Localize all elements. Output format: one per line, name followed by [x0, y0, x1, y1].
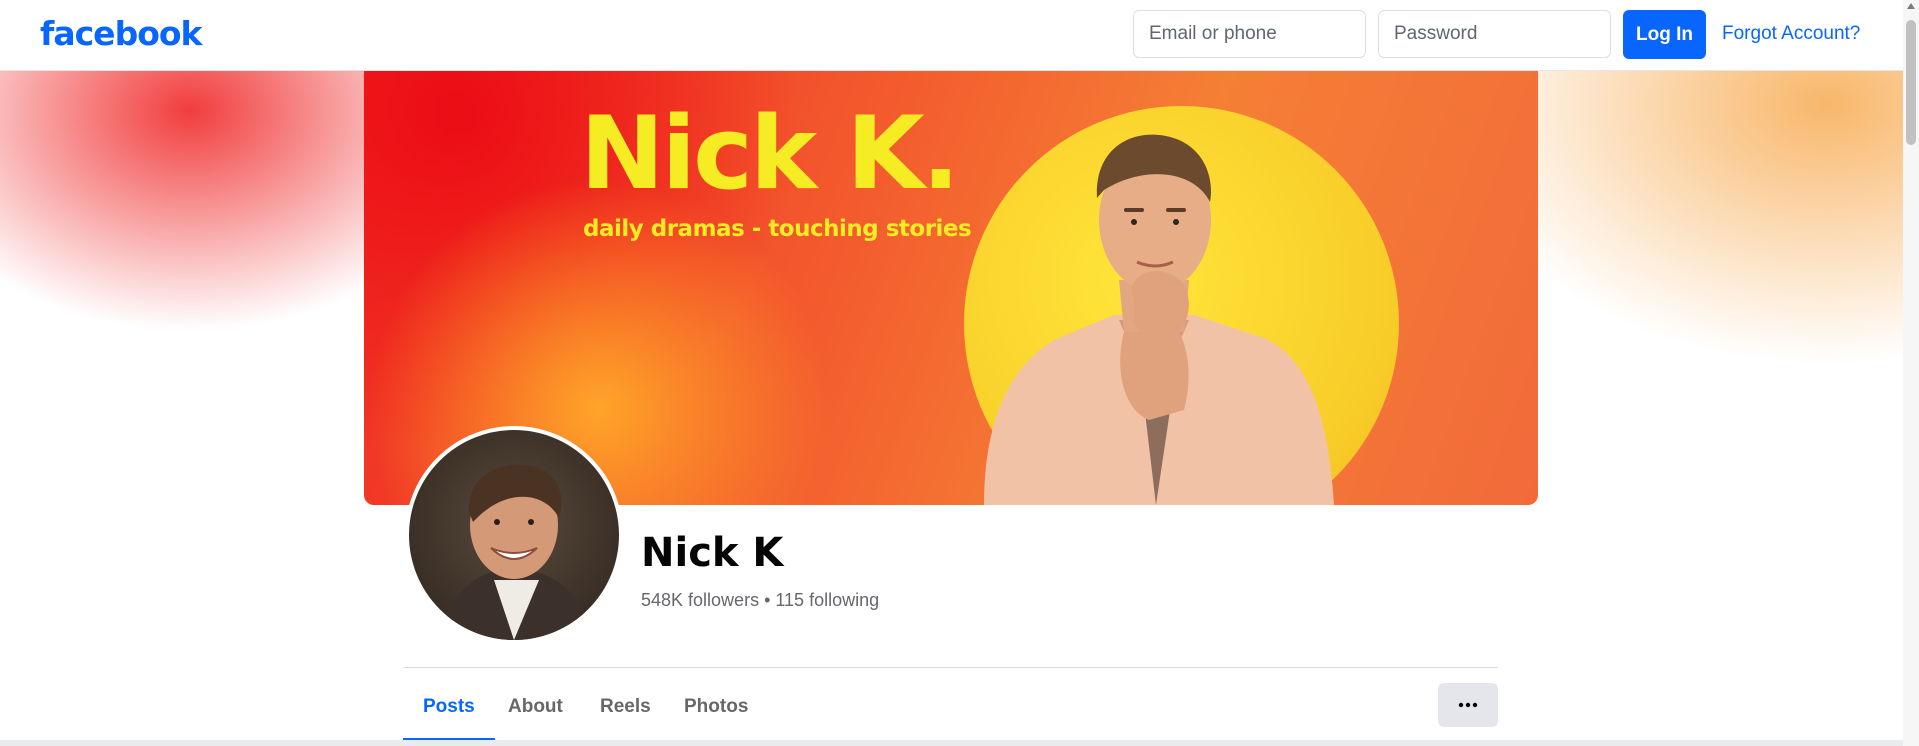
cover-person-illustration: [984, 134, 1334, 505]
profile-divider: [403, 667, 1498, 668]
facebook-logo[interactable]: facebook: [40, 14, 202, 53]
page-content-edge: [0, 740, 1903, 746]
avatar-portrait: [439, 464, 594, 640]
profile-avatar[interactable]: [405, 426, 623, 644]
password-input[interactable]: [1378, 10, 1611, 58]
email-input[interactable]: [1133, 10, 1366, 58]
vertical-scrollbar[interactable]: [1903, 0, 1919, 746]
forgot-account-link[interactable]: Forgot Account?: [1722, 23, 1860, 45]
profile-follow-stats[interactable]: 548K followers • 115 following: [641, 590, 879, 611]
scroll-up-arrow-icon[interactable]: [1907, 3, 1915, 9]
tab-photos[interactable]: Photos: [664, 686, 768, 742]
tab-posts[interactable]: Posts: [403, 686, 495, 742]
scrollbar-thumb[interactable]: [1906, 20, 1916, 145]
top-navigation-bar: facebook Log In Forgot Account?: [0, 0, 1903, 71]
more-horizontal-icon: [1458, 702, 1478, 708]
login-button[interactable]: Log In: [1623, 10, 1706, 59]
cover-subtitle-text: daily dramas - touching stories: [583, 216, 972, 242]
more-options-button[interactable]: [1438, 683, 1498, 727]
tab-reels[interactable]: Reels: [580, 686, 671, 742]
tab-about[interactable]: About: [488, 686, 583, 742]
profile-name: Nick K: [641, 530, 784, 576]
cover-title-text: Nick K.: [580, 94, 960, 212]
